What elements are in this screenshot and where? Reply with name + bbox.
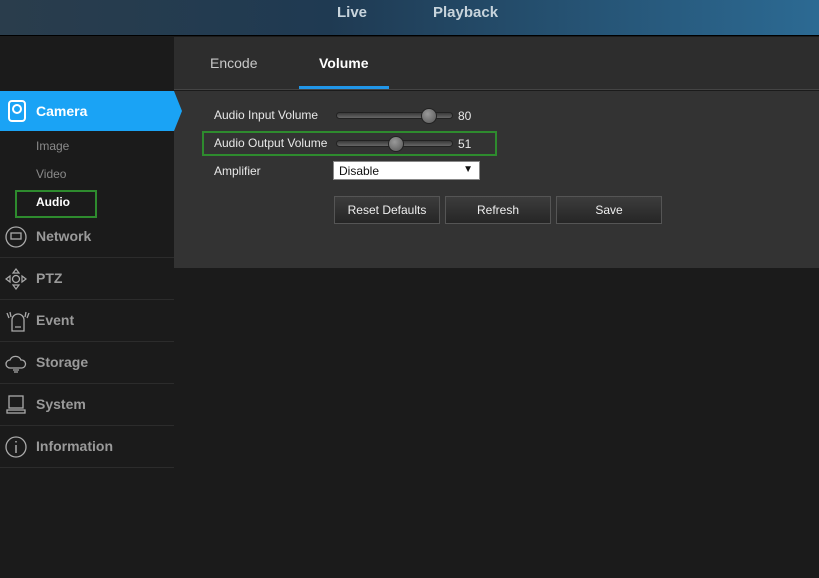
save-button[interactable]: Save — [556, 196, 662, 224]
amplifier-label: Amplifier — [214, 164, 261, 178]
computer-icon — [6, 395, 26, 414]
sidebar-item-label: Network — [36, 228, 92, 244]
sidebar-scrollbar[interactable] — [175, 230, 178, 260]
sidebar-item-event[interactable]: Event — [0, 300, 174, 342]
sidebar-sub-video[interactable]: Video — [36, 167, 66, 181]
sidebar-item-label: System — [36, 396, 86, 412]
refresh-button[interactable]: Refresh — [445, 196, 551, 224]
ptz-icon — [5, 268, 27, 290]
amplifier-value: Disable — [339, 164, 380, 178]
amplifier-select[interactable]: Disable ▼ — [333, 161, 480, 180]
tab-volume[interactable]: Volume — [319, 55, 369, 71]
sidebar-item-label: Information — [36, 438, 113, 454]
audio-output-slider[interactable] — [336, 136, 453, 152]
sidebar-item-label: Event — [36, 312, 75, 328]
network-icon — [5, 226, 27, 248]
tab-bar: Encode Volume — [174, 37, 819, 90]
cloud-icon — [5, 355, 27, 373]
sidebar-sub-image[interactable]: Image — [36, 139, 69, 153]
sidebar-item-system[interactable]: System — [0, 384, 174, 426]
audio-input-slider[interactable] — [336, 108, 453, 124]
sidebar-item-information[interactable]: Information — [0, 426, 174, 468]
camera-icon — [8, 100, 26, 122]
sidebar-item-camera[interactable]: Camera — [0, 91, 182, 131]
highlight-box — [15, 190, 97, 218]
info-icon — [5, 436, 27, 458]
tab-encode[interactable]: Encode — [210, 55, 257, 71]
audio-input-label: Audio Input Volume — [214, 108, 319, 122]
slider-handle[interactable] — [421, 108, 437, 124]
active-tab-indicator — [299, 86, 389, 89]
sidebar-item-label: Camera — [36, 103, 88, 119]
top-bar: Live Playback — [0, 0, 819, 36]
audio-output-value: 51 — [458, 137, 472, 151]
nav-playback[interactable]: Playback — [433, 4, 498, 21]
alarm-icon — [6, 311, 30, 332]
nav-live[interactable]: Live — [337, 4, 367, 21]
audio-input-value: 80 — [458, 109, 472, 123]
sidebar-item-label: Storage — [36, 354, 89, 370]
audio-output-label: Audio Output Volume — [214, 136, 328, 150]
sidebar-item-label: PTZ — [36, 270, 63, 286]
reset-defaults-button[interactable]: Reset Defaults — [334, 196, 440, 224]
dropdown-arrow-icon: ▼ — [463, 164, 473, 175]
sidebar-item-storage[interactable]: Storage — [0, 342, 174, 384]
slider-handle[interactable] — [387, 136, 404, 152]
sidebar-item-network[interactable]: Network — [0, 216, 174, 258]
sidebar-item-ptz[interactable]: PTZ — [0, 258, 174, 300]
